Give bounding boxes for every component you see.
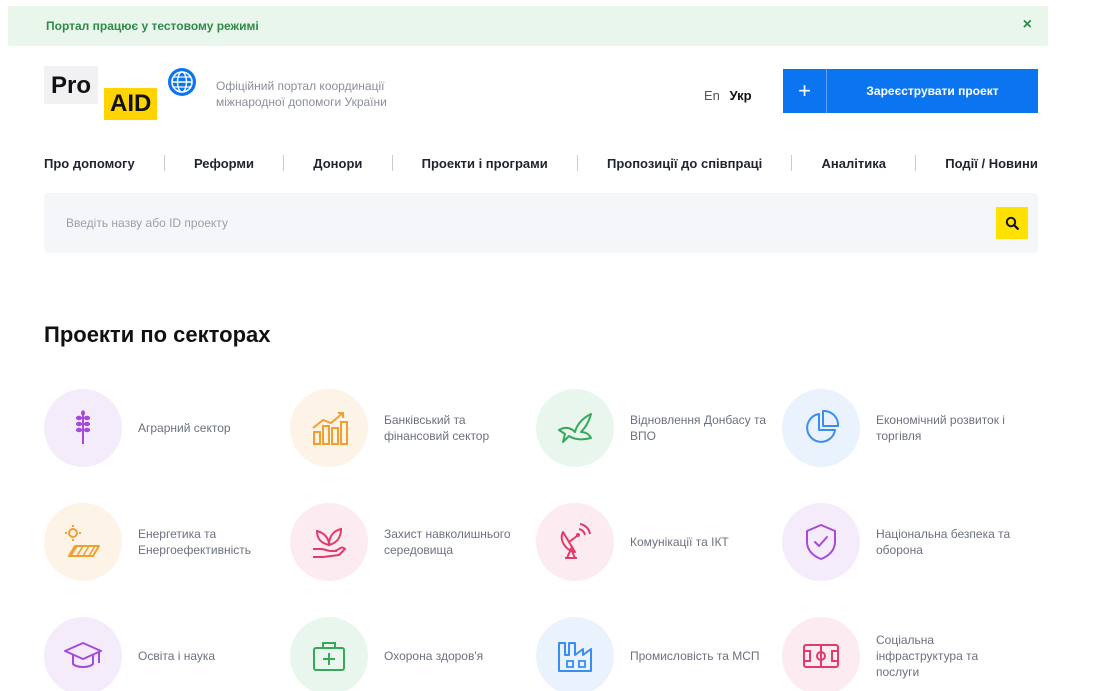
shield-check-icon xyxy=(782,503,860,581)
factory-icon xyxy=(536,617,614,691)
nav-divider xyxy=(391,155,393,171)
nav-item-analytics[interactable]: Аналітика xyxy=(822,156,886,171)
sector-label: Соціальна інфраструктура та послуги xyxy=(876,633,979,679)
sector-label: Економічний розвиток і торгівля xyxy=(876,413,1005,443)
sector-national-security[interactable]: Національна безпека та оборона xyxy=(782,502,1028,582)
nav-divider xyxy=(283,155,285,171)
sector-label: Охорона здоров'я xyxy=(384,649,484,663)
sector-label: Відновлення Донбасу та ВПО xyxy=(630,413,767,443)
satellite-dish-icon xyxy=(536,503,614,581)
logo-aid-text: AID xyxy=(104,88,158,120)
nav-item-projects[interactable]: Проекти і програми xyxy=(422,156,548,171)
sector-label: Освіта і наука xyxy=(138,649,216,663)
sector-social-infrastructure[interactable]: Соціальна інфраструктура та послуги xyxy=(782,616,1028,691)
search-button[interactable] xyxy=(996,207,1028,239)
sector-energy[interactable]: Енергетика та Енергоефективність xyxy=(44,502,290,582)
nav-divider xyxy=(915,155,917,171)
tagline-line-1: Офіційний портал координації xyxy=(216,79,385,93)
nav-item-donors[interactable]: Донори xyxy=(313,156,362,171)
medical-kit-icon xyxy=(290,617,368,691)
sector-agriculture[interactable]: Аграрний сектор xyxy=(44,388,290,468)
test-mode-banner: Портал працює у тестовому режимі × xyxy=(8,6,1048,46)
graduation-cap-icon xyxy=(44,617,122,691)
finance-chart-icon xyxy=(290,389,368,467)
sector-donbas-recovery[interactable]: Відновлення Донбасу та ВПО xyxy=(536,388,782,468)
sector-education-science[interactable]: Освіта і наука xyxy=(44,616,290,691)
nav-item-reforms[interactable]: Реформи xyxy=(194,156,254,171)
sector-label: Енергетика та Енергоефективність xyxy=(138,527,251,557)
nav-item-about-aid[interactable]: Про допомогу xyxy=(44,156,135,171)
sector-environment[interactable]: Захист навколишнього середовища xyxy=(290,502,536,582)
sector-communications-ict[interactable]: Комунікації та ІКТ xyxy=(536,502,782,582)
energy-icon xyxy=(44,503,122,581)
sector-label: Захист навколишнього середовища xyxy=(384,527,511,557)
sector-healthcare[interactable]: Охорона здоров'я xyxy=(290,616,536,691)
sector-label: Аграрний сектор xyxy=(138,421,231,435)
tagline-line-2: міжнародної допомоги України xyxy=(216,95,387,109)
nav-item-events-news[interactable]: Події / Новини xyxy=(945,156,1038,171)
globe-icon xyxy=(168,68,196,96)
nav-item-cooperation[interactable]: Пропозиції до співпраці xyxy=(607,156,762,171)
proaid-logo[interactable]: Pro AID xyxy=(44,66,204,124)
sector-label: Національна безпека та оборона xyxy=(876,527,1011,557)
portal-tagline: Офіційний портал координації міжнародної… xyxy=(216,78,387,110)
dove-icon xyxy=(536,389,614,467)
search-icon xyxy=(1005,216,1019,230)
nav-divider xyxy=(576,155,578,171)
project-search xyxy=(44,193,1038,253)
register-project-label: Зареєструвати проект xyxy=(866,84,999,98)
sector-banking[interactable]: Банківський та фінансовий сектор xyxy=(290,388,536,468)
lang-en-link[interactable]: En xyxy=(704,88,720,103)
pie-chart-icon xyxy=(782,389,860,467)
nav-divider xyxy=(163,155,165,171)
register-project-button[interactable]: + Зареєструвати проект xyxy=(783,69,1038,113)
plant-hand-icon xyxy=(290,503,368,581)
sector-label: Промисловість та МСП xyxy=(630,649,760,663)
sector-economy-trade[interactable]: Економічний розвиток і торгівля xyxy=(782,388,1028,468)
nav-divider xyxy=(791,155,793,171)
stadium-icon xyxy=(782,617,860,691)
banner-close-icon[interactable]: × xyxy=(1023,16,1032,34)
logo-pro-text: Pro xyxy=(44,66,99,104)
sector-industry-sme[interactable]: Промисловість та МСП xyxy=(536,616,782,691)
lang-uk-link[interactable]: Укр xyxy=(730,88,752,103)
banner-text: Портал працює у тестовому режимі xyxy=(46,19,259,33)
main-nav: Про допомогу Реформи Донори Проекти і пр… xyxy=(44,152,1038,174)
sector-label: Комунікації та ІКТ xyxy=(630,535,729,549)
sectors-title: Проекти по секторах xyxy=(44,322,271,347)
search-input[interactable] xyxy=(44,193,974,253)
language-switcher: En Укр xyxy=(704,88,752,103)
sector-label: Банківський та фінансовий сектор xyxy=(384,413,490,443)
wheat-icon xyxy=(44,389,122,467)
plus-icon: + xyxy=(783,69,827,113)
